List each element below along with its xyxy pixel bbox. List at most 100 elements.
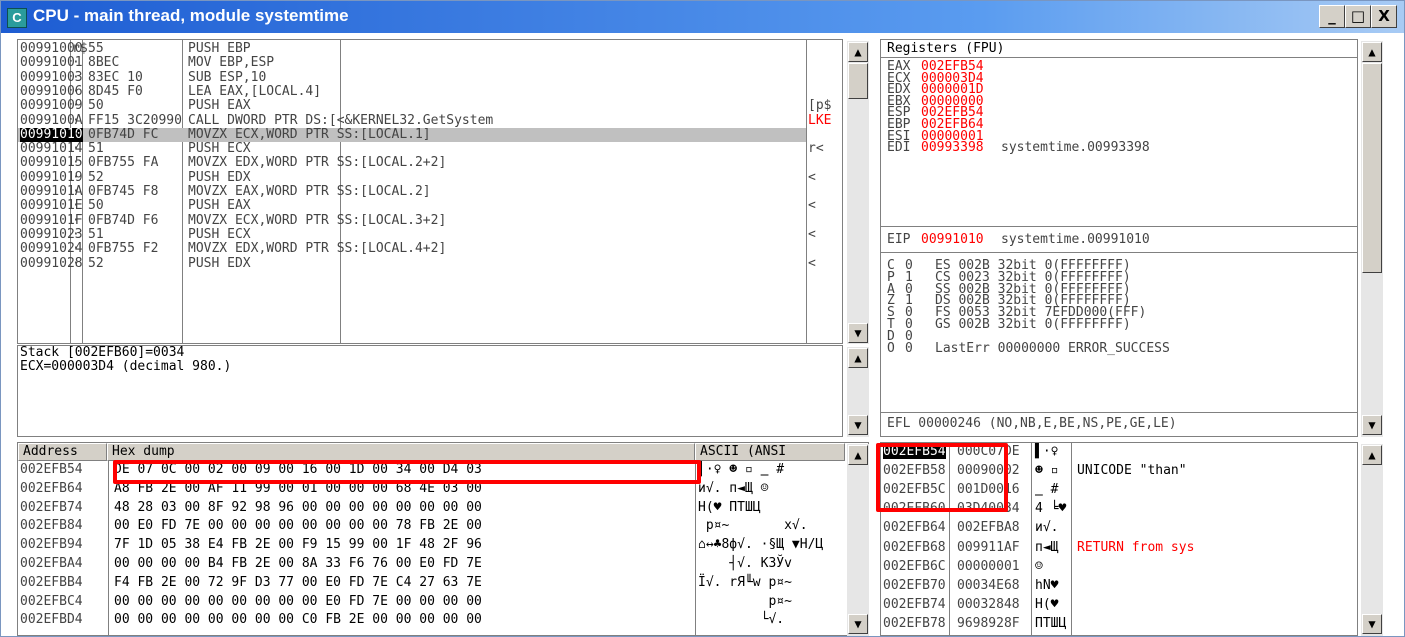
stack-value[interactable]: 03D40034 [957, 502, 1020, 516]
dump-hex[interactable]: A8 FB 2E 00 AF 11 99 00 01 00 00 00 68 4… [114, 481, 482, 496]
dump-hex[interactable]: 00 00 00 00 00 00 00 00 00 E0 FD 7E 00 0… [114, 594, 482, 609]
dump-hex[interactable]: 00 00 00 00 00 00 00 00 C0 FB 2E 00 00 0… [114, 613, 482, 627]
dump-address[interactable]: 002EFB74 [20, 500, 83, 515]
dump-address[interactable]: 002EFBB4 [20, 575, 83, 590]
scroll-down-icon[interactable]: ▼ [848, 614, 868, 634]
stack-ascii: ПТШЦ [1035, 615, 1067, 631]
close-button[interactable]: X [1371, 5, 1397, 28]
stack-value[interactable]: 002EFBA8 [957, 521, 1020, 535]
disasm-command[interactable]: PUSH EAX [188, 99, 251, 113]
disasm-command[interactable]: PUSH EAX [188, 199, 251, 213]
disasm-comment: < [808, 198, 816, 214]
dump-address[interactable]: 002EFB54 [20, 463, 83, 477]
disasm-command[interactable]: SUB ESP,10 [188, 70, 266, 85]
dump-hex[interactable]: 48 28 03 00 8F 92 98 96 00 00 00 00 00 0… [114, 500, 482, 515]
dump-address[interactable]: 002EFB84 [20, 519, 83, 533]
dump-hex[interactable]: 7F 1D 05 38 E4 FB 2E 00 F9 15 99 00 1F 4… [114, 538, 482, 552]
info-scrollbar[interactable]: ▲ ▼ [847, 347, 869, 437]
stack-value[interactable]: 9698928F [957, 616, 1020, 631]
disasm-marker: · [72, 98, 80, 114]
disasm-hex: 0FB74D FC [88, 126, 159, 142]
maximize-button[interactable]: □ [1345, 5, 1371, 28]
stack-ascii: ☻ ▫ [1035, 463, 1059, 479]
stack-value[interactable]: 00032848 [957, 597, 1020, 612]
disasm-command[interactable]: MOVZX ECX,WORD PTR SS:[LOCAL.1] [188, 127, 431, 142]
disasm-marker: · [72, 241, 80, 257]
disasm-command[interactable]: PUSH EDX [188, 170, 251, 185]
disasm-command[interactable]: PUSH EBP [188, 42, 251, 56]
disasm-hex: 0FB755 F2 [88, 241, 159, 257]
dump-address[interactable]: 002EFBD4 [20, 613, 83, 627]
dump-address[interactable]: 002EFB64 [20, 481, 83, 496]
info-line-1: Stack [002EFB60]=0034 [20, 345, 185, 360]
stack-address[interactable]: 002EFB78 [883, 616, 946, 631]
disasm-command[interactable]: MOVZX ECX,WORD PTR SS:[LOCAL.3+2] [188, 213, 446, 228]
efl-line[interactable]: EFL 00000246 (NO,NB,E,BE,NS,PE,GE,LE) [887, 417, 1177, 431]
stack-value[interactable]: 001D0016 [957, 483, 1020, 497]
disassembly-pane[interactable]: 00991000 r$ 55 PUSH EBP 00991001 · 8BEC MOV EBP… [17, 39, 843, 344]
stack-address[interactable]: 002EFB74 [883, 597, 946, 612]
disasm-comment: r< [808, 141, 824, 157]
stack-address[interactable]: 002EFB5C [883, 483, 946, 497]
stack-address[interactable]: 002EFB64 [883, 521, 946, 535]
stack-value[interactable]: 009911AF [957, 540, 1020, 555]
disasm-command[interactable]: CALL DWORD PTR DS:[<&KERNEL32.GetSystem [188, 113, 493, 128]
stack-value[interactable]: 000C07DE [957, 445, 1020, 459]
stack-address[interactable]: 002EFB6C [883, 559, 946, 574]
disasm-command[interactable]: MOVZX EDX,WORD PTR SS:[LOCAL.2+2] [188, 156, 446, 170]
disasm-command[interactable]: MOVZX EDX,WORD PTR SS:[LOCAL.4+2] [188, 242, 446, 256]
dump-hex[interactable]: 00 E0 FD 7E 00 00 00 00 00 00 00 00 78 F… [114, 519, 482, 533]
stack-scrollbar[interactable]: ▲ ▼ [1361, 444, 1383, 636]
dump-ascii: р¤~ x√. [698, 518, 808, 534]
stack-address[interactable]: 002EFB68 [883, 540, 946, 555]
disasm-command[interactable]: PUSH ECX [188, 227, 251, 242]
stack-value[interactable]: 00090002 [957, 464, 1020, 478]
disasm-command[interactable]: LEA EAX,[LOCAL.4] [188, 84, 321, 99]
eip-value[interactable]: 00991010 [921, 233, 984, 247]
scroll-down-icon[interactable]: ▼ [1362, 614, 1382, 634]
disasm-marker: · [72, 83, 80, 99]
scroll-down-icon[interactable]: ▼ [848, 323, 868, 343]
dump-hex-header[interactable]: Hex dump [107, 443, 695, 461]
scroll-down-icon[interactable]: ▼ [848, 415, 868, 435]
scroll-up-icon[interactable]: ▲ [848, 42, 868, 62]
disasm-command[interactable]: MOVZX EAX,WORD PTR SS:[LOCAL.2] [188, 185, 431, 199]
disasm-hex: 52 [88, 255, 104, 271]
dump-address[interactable]: 002EFBC4 [20, 594, 83, 609]
scroll-up-icon[interactable]: ▲ [1362, 445, 1382, 465]
stack-pane[interactable]: 002EFB54 000C07DE ▌·♀ 002EFB58 00090002 ☻ ▫ UN… [880, 442, 1358, 636]
scroll-up-icon[interactable]: ▲ [848, 445, 868, 465]
dump-hex[interactable]: 00 00 00 00 B4 FB 2E 00 8A 33 F6 76 00 E… [114, 557, 482, 571]
hex-dump-pane[interactable]: Address Hex dump ASCII (ANSI 002EFB54 DE … [17, 442, 869, 636]
dump-hex[interactable]: F4 FB 2E 00 72 9F D3 77 00 E0 FD 7E C4 2… [114, 575, 482, 590]
disasm-marker: · [72, 198, 80, 214]
dump-address[interactable]: 002EFBA4 [20, 557, 83, 571]
stack-address[interactable]: 002EFB70 [883, 578, 946, 593]
scroll-up-icon[interactable]: ▲ [848, 348, 868, 368]
flag-value[interactable]: 0 [905, 341, 913, 356]
stack-value[interactable]: 00000001 [957, 559, 1020, 574]
registers-pane[interactable]: Registers (FPU) EAX 002EFB54 ECX 000003D4 ED… [880, 39, 1358, 437]
registers-scrollbar[interactable]: ▲ ▼ [1361, 41, 1383, 437]
minimize-button[interactable]: _ [1319, 5, 1345, 28]
dump-ascii-header[interactable]: ASCII (ANSI [695, 443, 845, 461]
disasm-marker: · [72, 255, 80, 271]
disasm-command[interactable]: PUSH EDX [188, 256, 251, 271]
dump-hex[interactable]: DE 07 0C 00 02 00 09 00 16 00 1D 00 34 0… [114, 463, 482, 477]
close-icon: X [1378, 7, 1390, 25]
register-value[interactable]: 00993398 [921, 141, 984, 155]
stack-address[interactable]: 002EFB58 [883, 464, 946, 478]
stack-value[interactable]: 00034E68 [957, 578, 1020, 593]
disassembly-scrollbar[interactable]: ▲ ▼ [847, 41, 869, 344]
dump-address[interactable]: 002EFB94 [20, 538, 83, 552]
scroll-down-icon[interactable]: ▼ [1362, 415, 1382, 435]
dump-scrollbar[interactable]: ▲ ▼ [847, 444, 869, 636]
scroll-up-icon[interactable]: ▲ [1362, 42, 1382, 62]
stack-address[interactable]: 002EFB54 [883, 445, 946, 459]
title-bar[interactable]: C CPU - main thread, module systemtime _… [1, 1, 1404, 33]
dump-ascii: ⌂↔♣8ф√. ·§Щ ▼H/Ц [698, 537, 824, 553]
dump-address-header[interactable]: Address [18, 443, 107, 461]
stack-address[interactable]: 002EFB60 [883, 502, 946, 516]
disasm-command[interactable]: MOV EBP,ESP [188, 56, 274, 70]
disasm-command[interactable]: PUSH ECX [188, 142, 251, 156]
